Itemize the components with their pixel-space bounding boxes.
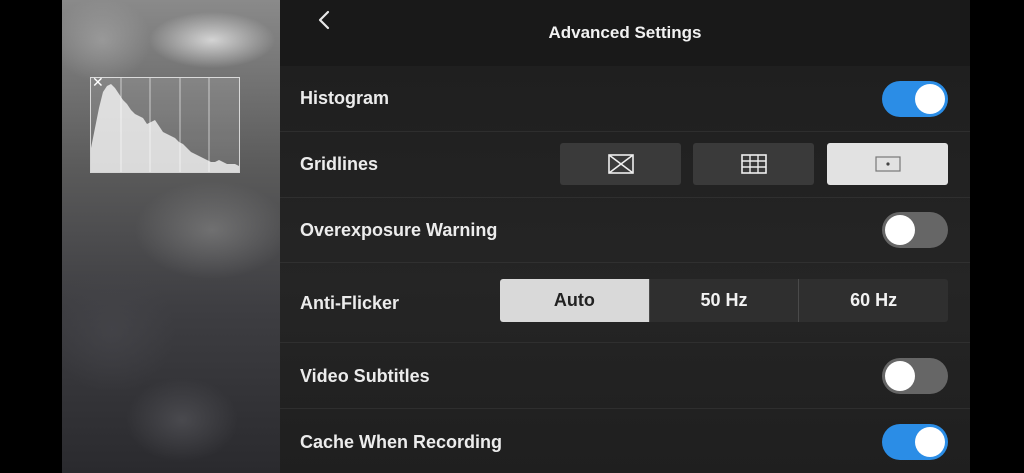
histogram-toggle[interactable]	[882, 81, 948, 117]
anti-flicker-auto[interactable]: Auto	[500, 279, 649, 322]
center-point-icon	[874, 156, 901, 172]
gridlines-center-button[interactable]	[827, 143, 948, 185]
setting-row-video-subtitles: Video Subtitles	[280, 342, 970, 409]
setting-label: Histogram	[300, 88, 390, 108]
toggle-knob	[915, 84, 945, 114]
grid-diagonal-icon	[607, 154, 634, 174]
video-subtitles-toggle[interactable]	[882, 358, 948, 394]
toggle-knob	[885, 361, 915, 391]
anti-flicker-segmented-control: Auto 50 Hz 60 Hz	[500, 279, 948, 322]
toggle-knob	[885, 215, 915, 245]
setting-row-gridlines: Gridlines	[280, 131, 970, 198]
setting-label: Gridlines	[300, 154, 379, 174]
setting-label: Overexposure Warning	[300, 220, 498, 240]
setting-label: Video Subtitles	[300, 366, 430, 386]
gridlines-diagonal-button[interactable]	[560, 143, 681, 185]
histogram-overlay[interactable]: ✕	[90, 75, 240, 173]
settings-panel: Advanced Settings Histogram Gridlines Ov…	[280, 0, 970, 473]
cache-recording-toggle[interactable]	[882, 424, 948, 460]
toggle-knob	[915, 427, 945, 457]
header: Advanced Settings	[280, 0, 970, 66]
grid-3x3-icon	[740, 154, 767, 174]
setting-label: Anti-Flicker	[300, 293, 400, 313]
setting-label: Cache When Recording	[300, 432, 503, 452]
close-icon[interactable]: ✕	[92, 75, 104, 89]
histogram-graph	[91, 78, 239, 172]
page-title: Advanced Settings	[548, 23, 702, 42]
anti-flicker-50hz[interactable]: 50 Hz	[648, 279, 799, 322]
anti-flicker-60hz[interactable]: 60 Hz	[798, 279, 948, 322]
camera-preview: ✕	[62, 0, 280, 473]
setting-row-histogram: Histogram	[280, 66, 970, 132]
setting-row-cache-recording: Cache When Recording	[280, 408, 970, 473]
setting-row-overexposure: Overexposure Warning	[280, 197, 970, 263]
setting-row-anti-flicker: Anti-Flicker Auto 50 Hz 60 Hz	[280, 262, 970, 343]
side-bar	[970, 0, 1024, 473]
overexposure-toggle[interactable]	[882, 212, 948, 248]
gridlines-grid-button[interactable]	[693, 143, 814, 185]
